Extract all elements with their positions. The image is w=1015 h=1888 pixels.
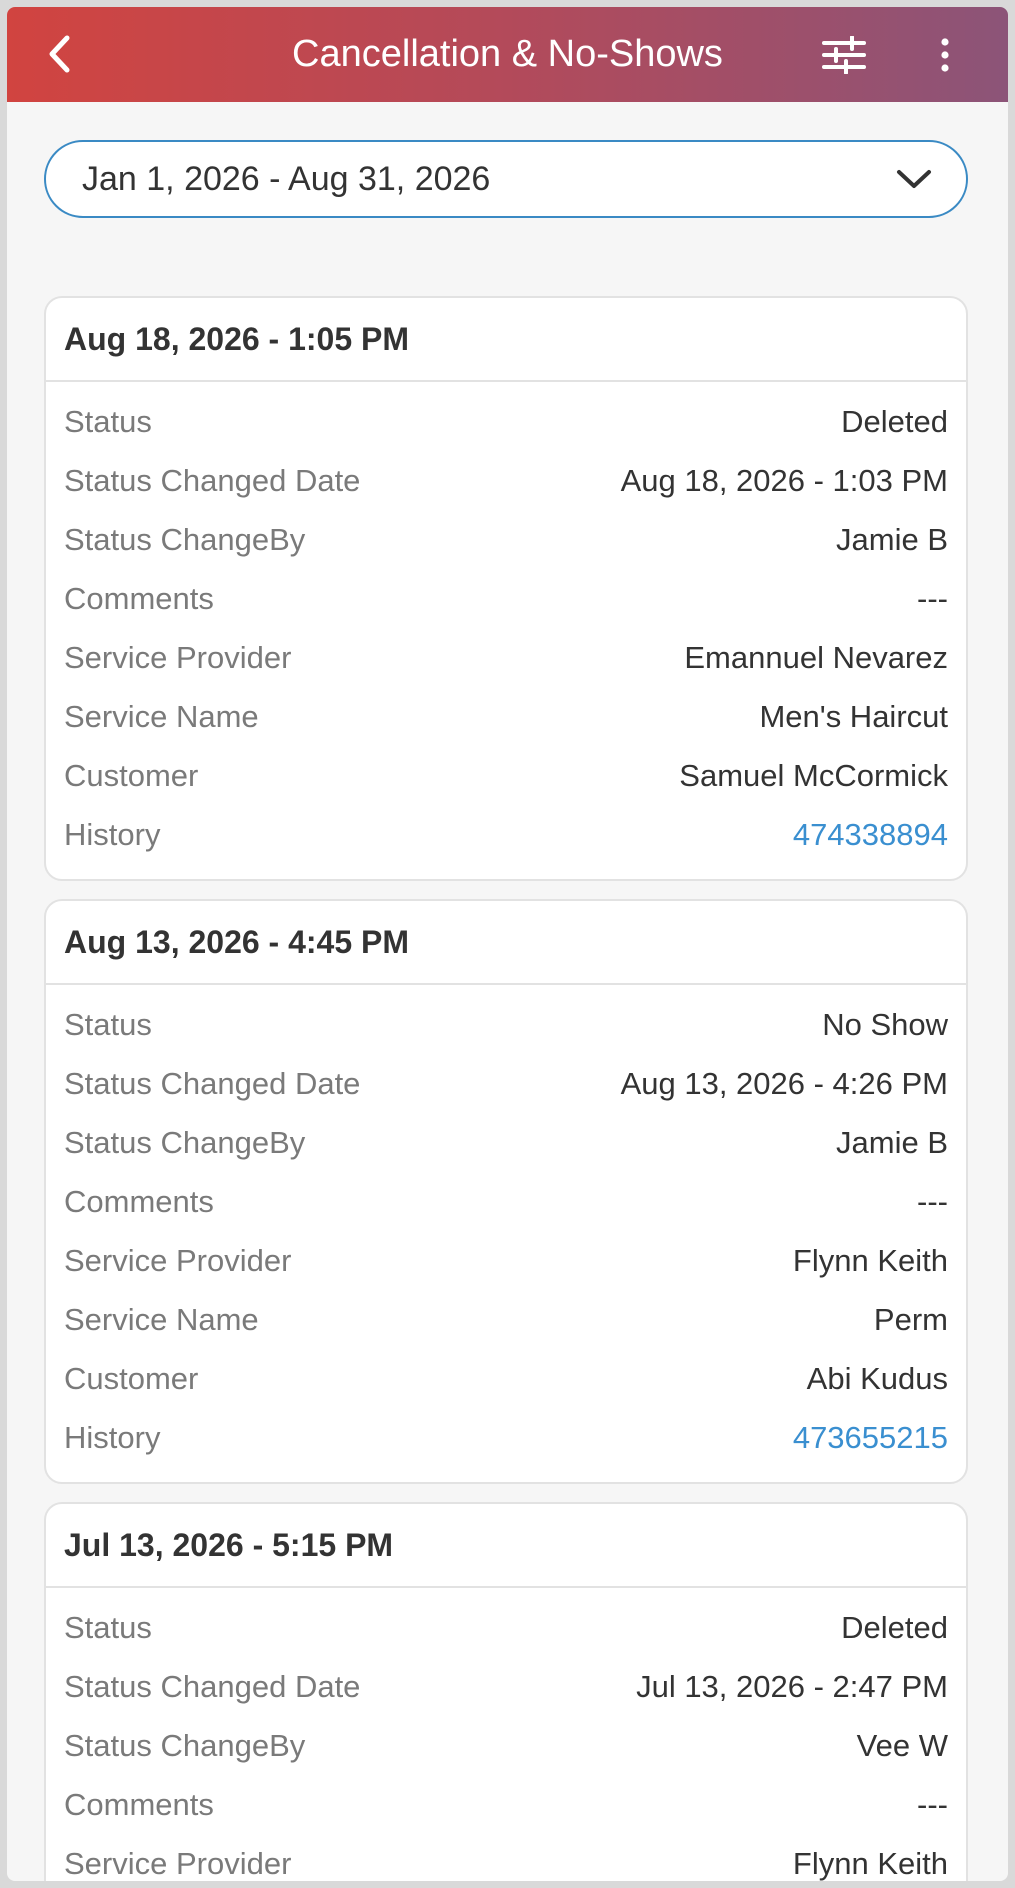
field-label: Customer — [64, 1360, 199, 1396]
record-date: Aug 18, 2026 - 1:05 PM — [46, 298, 966, 382]
field-value: Aug 18, 2026 - 1:03 PM — [620, 462, 948, 498]
record-date: Jul 13, 2026 - 5:15 PM — [46, 1504, 966, 1588]
field-label: Status ChangeBy — [64, 1727, 306, 1763]
field-row-status-changeby: Status ChangeBy Vee W — [46, 1716, 966, 1775]
field-row-service-name: Service Name Perm — [46, 1290, 966, 1349]
chevron-left-icon — [49, 35, 70, 73]
back-button[interactable] — [37, 32, 81, 76]
field-value: Emannuel Nevarez — [684, 639, 948, 675]
date-range-select[interactable]: Jan 1, 2026 - Aug 31, 2026 — [44, 140, 968, 218]
field-label: Status — [64, 1609, 152, 1645]
field-row-status-changeby: Status ChangeBy Jamie B — [46, 510, 966, 569]
field-value: Flynn Keith — [792, 1242, 948, 1278]
field-row-status-changeby: Status ChangeBy Jamie B — [46, 1113, 966, 1172]
field-label: Comments — [64, 580, 214, 616]
field-label: Status ChangeBy — [64, 1124, 306, 1160]
field-label: Service Provider — [64, 639, 292, 675]
field-label: Status Changed Date — [64, 1065, 361, 1101]
field-value: No Show — [822, 1006, 948, 1042]
field-row-customer: Customer Abi Kudus — [46, 1349, 966, 1408]
field-label: Status — [64, 403, 152, 439]
field-label: Comments — [64, 1183, 214, 1219]
field-row-service-provider: Service Provider Emannuel Nevarez — [46, 628, 966, 687]
field-value: Jamie B — [836, 1124, 948, 1160]
field-value: Samuel McCormick — [679, 757, 948, 793]
field-value: --- — [917, 580, 948, 616]
field-label: Service Provider — [64, 1242, 292, 1278]
field-row-comments: Comments --- — [46, 1775, 966, 1834]
field-value: Deleted — [841, 403, 948, 439]
history-link[interactable]: 474338894 — [793, 817, 948, 853]
field-label: Status Changed Date — [64, 462, 361, 498]
date-range-value: Jan 1, 2026 - Aug 31, 2026 — [82, 160, 491, 198]
field-label: Status — [64, 1006, 152, 1042]
field-value: --- — [917, 1786, 948, 1822]
record-date: Aug 13, 2026 - 4:45 PM — [46, 901, 966, 985]
field-row-status-changed-date: Status Changed Date Jul 13, 2026 - 2:47 … — [46, 1657, 966, 1716]
field-label: Status ChangeBy — [64, 521, 306, 557]
field-row-history: History 473655215 — [46, 1408, 966, 1467]
chevron-down-icon — [897, 170, 931, 188]
field-row-status: Status Deleted — [46, 1598, 966, 1657]
field-row-service-name: Service Name Men's Haircut — [46, 687, 966, 746]
field-value: Deleted — [841, 1609, 948, 1645]
field-value: Aug 13, 2026 - 4:26 PM — [620, 1065, 948, 1101]
field-row-service-provider: Service Provider Flynn Keith — [46, 1834, 966, 1881]
field-label: History — [64, 1419, 161, 1455]
field-label: Service Provider — [64, 1845, 292, 1881]
field-value: Abi Kudus — [806, 1360, 948, 1396]
field-label: Customer — [64, 757, 199, 793]
more-options-button[interactable] — [925, 32, 965, 78]
field-row-service-provider: Service Provider Flynn Keith — [46, 1231, 966, 1290]
field-label: Comments — [64, 1786, 214, 1822]
sliders-icon — [822, 36, 866, 74]
app-screen: Cancellation & No-Shows Jan 1, 2026 - Au… — [7, 7, 1008, 1881]
record-card: Jul 13, 2026 - 5:15 PM Status Deleted St… — [44, 1502, 968, 1881]
record-card: Aug 13, 2026 - 4:45 PM Status No Show St… — [44, 899, 968, 1484]
field-row-status-changed-date: Status Changed Date Aug 13, 2026 - 4:26 … — [46, 1054, 966, 1113]
field-label: History — [64, 816, 161, 852]
field-value: Jamie B — [836, 521, 948, 557]
field-value: --- — [917, 1183, 948, 1219]
field-row-status: Status Deleted — [46, 392, 966, 451]
filter-button[interactable] — [819, 32, 869, 78]
field-row-customer: Customer Samuel McCormick — [46, 746, 966, 805]
field-value: Flynn Keith — [792, 1845, 948, 1881]
record-card: Aug 18, 2026 - 1:05 PM Status Deleted St… — [44, 296, 968, 881]
field-label: Status Changed Date — [64, 1668, 361, 1704]
history-link[interactable]: 473655215 — [793, 1420, 948, 1456]
field-value: Men's Haircut — [759, 698, 948, 734]
field-row-history: History 474338894 — [46, 805, 966, 864]
more-vertical-icon — [941, 38, 949, 72]
page-title: Cancellation & No-Shows — [292, 33, 723, 75]
field-row-comments: Comments --- — [46, 569, 966, 628]
field-row-status: Status No Show — [46, 995, 966, 1054]
app-header: Cancellation & No-Shows — [7, 7, 1008, 102]
field-value: Perm — [873, 1301, 948, 1337]
field-label: Service Name — [64, 698, 259, 734]
field-row-status-changed-date: Status Changed Date Aug 18, 2026 - 1:03 … — [46, 451, 966, 510]
field-value: Vee W — [856, 1727, 948, 1763]
field-value: Jul 13, 2026 - 2:47 PM — [636, 1668, 948, 1704]
field-label: Service Name — [64, 1301, 259, 1337]
field-row-comments: Comments --- — [46, 1172, 966, 1231]
